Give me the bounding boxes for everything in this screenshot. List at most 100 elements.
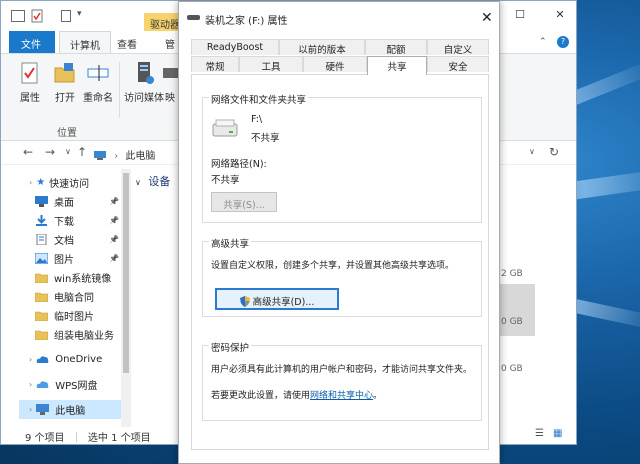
sidebar-item-onedrive[interactable]: › OneDrive bbox=[19, 350, 127, 369]
tab-computer-label: 计算机 bbox=[70, 41, 100, 52]
help-icon[interactable]: ? bbox=[557, 36, 569, 48]
sidebar-item-label: 文档 bbox=[54, 236, 74, 247]
pin-icon[interactable]: 📌 bbox=[109, 235, 119, 244]
rename-label: 重命名 bbox=[83, 93, 113, 104]
rename-button[interactable]: 重命名 bbox=[79, 60, 117, 104]
sidebar-item[interactable]: 临时图片 bbox=[19, 306, 127, 325]
desktop-icon bbox=[35, 196, 48, 207]
location-group-label: 位置 bbox=[57, 128, 77, 139]
tab-label: 安全 bbox=[448, 62, 468, 73]
pin-icon[interactable]: 📌 bbox=[109, 197, 119, 206]
share-state: 不共享 bbox=[251, 133, 280, 144]
sidebar-item-quick-access[interactable]: › ★ 快速访问 bbox=[19, 173, 127, 192]
tab-file[interactable]: 文件 bbox=[9, 31, 55, 53]
tab-sharing[interactable]: 共享 bbox=[367, 56, 427, 75]
sidebar-item[interactable]: 文档 📌 bbox=[19, 230, 127, 249]
map-drive-button[interactable]: 映 bbox=[161, 60, 179, 104]
network-sharing-center-link[interactable]: 网络和共享中心 bbox=[310, 391, 373, 401]
properties-icon bbox=[21, 62, 38, 84]
access-media-button[interactable]: 访问媒体 bbox=[123, 60, 165, 104]
tab-label: 配额 bbox=[386, 45, 406, 56]
address-path[interactable]: › 此电脑 bbox=[93, 144, 183, 162]
dialog-title: 装机之家 (F:) 属性 bbox=[205, 16, 288, 27]
tab-label: 工具 bbox=[261, 62, 281, 73]
devices-section-header[interactable]: ∨ 设备 bbox=[135, 173, 170, 189]
password-change-text: 若要更改此设置，请使用网络和共享中心。 bbox=[211, 388, 382, 401]
tab-view[interactable]: 查看 bbox=[107, 31, 147, 53]
advanced-sharing-button-label: 高级共享(D)... bbox=[252, 297, 315, 308]
sidebar-item-this-pc[interactable]: › 此电脑 bbox=[19, 400, 127, 419]
refresh-icon[interactable]: ↻ bbox=[549, 145, 559, 159]
expand-icon: › bbox=[29, 380, 33, 389]
map-drive-label: 映 bbox=[165, 93, 175, 104]
dialog-titlebar: 装机之家 (F:) 属性 ✕ bbox=[179, 2, 499, 32]
drive-size-text: 2 GB bbox=[501, 269, 523, 279]
tab-readyboost[interactable]: ReadyBoost bbox=[191, 39, 279, 55]
maximize-icon[interactable]: ☐ bbox=[513, 9, 527, 21]
navigation-pane: › ★ 快速访问 桌面 📌 下载 📌 文档 📌 图片 📌 win系统镜像 电脑合同 临时图片 组装电脑… bbox=[19, 173, 127, 423]
tab-hardware[interactable]: 硬件 bbox=[303, 56, 367, 73]
tab-security[interactable]: 安全 bbox=[427, 56, 489, 73]
address-dropdown-icon[interactable]: ∨ bbox=[529, 147, 535, 156]
item-count: 9 个项目 bbox=[25, 433, 65, 444]
scrollbar-thumb[interactable] bbox=[123, 173, 129, 373]
tab-customize[interactable]: 自定义 bbox=[427, 39, 489, 56]
back-arrow-icon[interactable]: ← bbox=[23, 145, 33, 159]
qat-dropdown-icon[interactable]: ▾ bbox=[77, 9, 82, 19]
selected-drive-tile[interactable] bbox=[495, 284, 535, 336]
computer-icon bbox=[94, 151, 106, 160]
advanced-sharing-group: 高级共享 设置自定义权限，创建多个共享，并设置其他高级共享选项。 高级共享(D)… bbox=[202, 236, 482, 317]
breadcrumb-this-pc[interactable]: 此电脑 bbox=[125, 151, 155, 162]
tab-tools[interactable]: 工具 bbox=[239, 56, 303, 73]
cloud-icon bbox=[36, 356, 49, 363]
open-folder-icon bbox=[54, 63, 75, 83]
devices-heading: 设备 bbox=[148, 175, 171, 188]
new-folder-quick-icon[interactable] bbox=[61, 10, 71, 22]
properties-button[interactable]: 属性 bbox=[11, 60, 49, 104]
password-description: 用户必须具有此计算机的用户帐户和密码，才能访问共享文件夹。 bbox=[211, 365, 473, 375]
group-title: 网络文件和文件夹共享 bbox=[209, 92, 309, 106]
tab-computer[interactable]: 计算机 bbox=[59, 31, 111, 53]
sidebar-item-label: 电脑合同 bbox=[54, 293, 94, 304]
tab-previous-versions[interactable]: 以前的版本 bbox=[279, 39, 365, 56]
recent-dropdown-icon[interactable]: ∨ bbox=[65, 147, 71, 156]
ribbon-collapse-icon[interactable]: ⌃ bbox=[539, 37, 547, 47]
sidebar-item-wps[interactable]: › WPS网盘 bbox=[19, 375, 127, 394]
group-title: 密码保护 bbox=[209, 340, 252, 354]
sidebar-item[interactable]: 图片 📌 bbox=[19, 249, 127, 268]
tab-general[interactable]: 常规 bbox=[191, 56, 239, 73]
network-path-label: 网络路径(N): bbox=[211, 159, 267, 170]
sidebar-item-label: 临时图片 bbox=[54, 312, 94, 323]
folder-icon bbox=[35, 330, 48, 340]
uac-shield-icon bbox=[239, 296, 250, 307]
drive-icon bbox=[187, 15, 200, 20]
tab-quota[interactable]: 配额 bbox=[365, 39, 427, 56]
forward-arrow-icon[interactable]: → bbox=[45, 145, 55, 159]
close-icon[interactable]: ✕ bbox=[553, 9, 567, 21]
wps-cloud-icon bbox=[36, 381, 49, 388]
pin-icon[interactable]: 📌 bbox=[109, 216, 119, 225]
advanced-sharing-button[interactable]: 高级共享(D)... bbox=[215, 288, 339, 310]
sidebar-item[interactable]: 组装电脑业务 bbox=[19, 325, 127, 344]
sidebar-item[interactable]: 下载 📌 bbox=[19, 211, 127, 230]
sidebar-item[interactable]: 电脑合同 bbox=[19, 287, 127, 306]
pin-icon[interactable]: 📌 bbox=[109, 254, 119, 263]
tiles-view-icon[interactable]: ▦ bbox=[553, 428, 562, 439]
app-icon bbox=[11, 10, 25, 22]
details-view-icon[interactable]: ☰ bbox=[535, 428, 544, 439]
properties-quick-icon[interactable] bbox=[31, 9, 43, 23]
close-icon[interactable]: ✕ bbox=[481, 10, 493, 26]
drive-path: F:\ bbox=[251, 114, 263, 125]
sidebar-item[interactable]: 桌面 📌 bbox=[19, 192, 127, 211]
nav-scrollbar[interactable] bbox=[121, 169, 131, 427]
share-button[interactable]: 共享(S)... bbox=[211, 192, 277, 212]
computer-icon bbox=[36, 404, 50, 415]
share-button-label: 共享(S)... bbox=[223, 200, 265, 211]
properties-label: 属性 bbox=[20, 93, 40, 104]
sidebar-item-label: 桌面 bbox=[54, 198, 74, 209]
sidebar-item[interactable]: win系统镜像 bbox=[19, 268, 127, 287]
tab-label: 常规 bbox=[205, 62, 225, 73]
access-media-label: 访问媒体 bbox=[124, 93, 164, 104]
sidebar-item-label: 组装电脑业务 bbox=[54, 331, 114, 342]
up-arrow-icon[interactable]: ↑ bbox=[77, 145, 87, 159]
